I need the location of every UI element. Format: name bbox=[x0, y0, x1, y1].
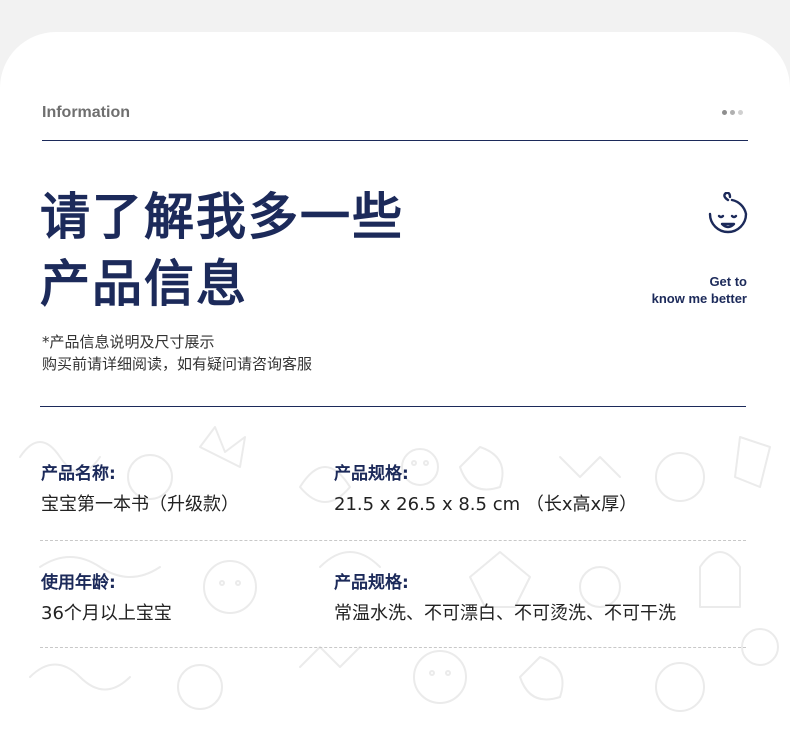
page-subtitle: 产品信息 bbox=[40, 255, 248, 313]
field-label-care: 产品规格: bbox=[334, 573, 409, 593]
middle-divider bbox=[40, 406, 746, 407]
more-dots-icon bbox=[722, 110, 750, 118]
field-value-care: 常温水洗、不可漂白、不可烫洗、不可干洗 bbox=[334, 603, 676, 624]
field-value-age: 36个月以上宝宝 bbox=[41, 603, 172, 624]
reading-note-line-1: *产品信息说明及尺寸展示 bbox=[42, 333, 215, 351]
section-label: Information bbox=[42, 104, 130, 121]
reading-note-line-2: 购买前请详细阅读，如有疑问请咨询客服 bbox=[42, 355, 313, 373]
info-card: Information 请了解我多一些 产品信息 Get to know me … bbox=[0, 32, 790, 732]
row-divider bbox=[40, 647, 746, 648]
side-note-line-1: Get to bbox=[709, 274, 747, 289]
side-note-line-2: know me better bbox=[651, 291, 747, 306]
page-title: 请了解我多一些 bbox=[40, 188, 404, 246]
field-label-product-spec: 产品规格: bbox=[334, 464, 409, 484]
field-label-product-name: 产品名称: bbox=[41, 464, 116, 484]
field-value-product-name: 宝宝第一本书（升级款） bbox=[41, 494, 239, 515]
field-value-product-spec: 21.5 x 26.5 x 8.5 cm （长x高x厚） bbox=[334, 494, 638, 515]
baby-face-icon bbox=[708, 192, 748, 234]
side-note: Get to know me better bbox=[652, 273, 747, 307]
top-divider bbox=[42, 140, 748, 141]
field-label-age: 使用年龄: bbox=[41, 573, 116, 593]
reading-note: *产品信息说明及尺寸展示 购买前请详细阅读，如有疑问请咨询客服 bbox=[42, 331, 312, 375]
row-divider bbox=[40, 540, 746, 541]
